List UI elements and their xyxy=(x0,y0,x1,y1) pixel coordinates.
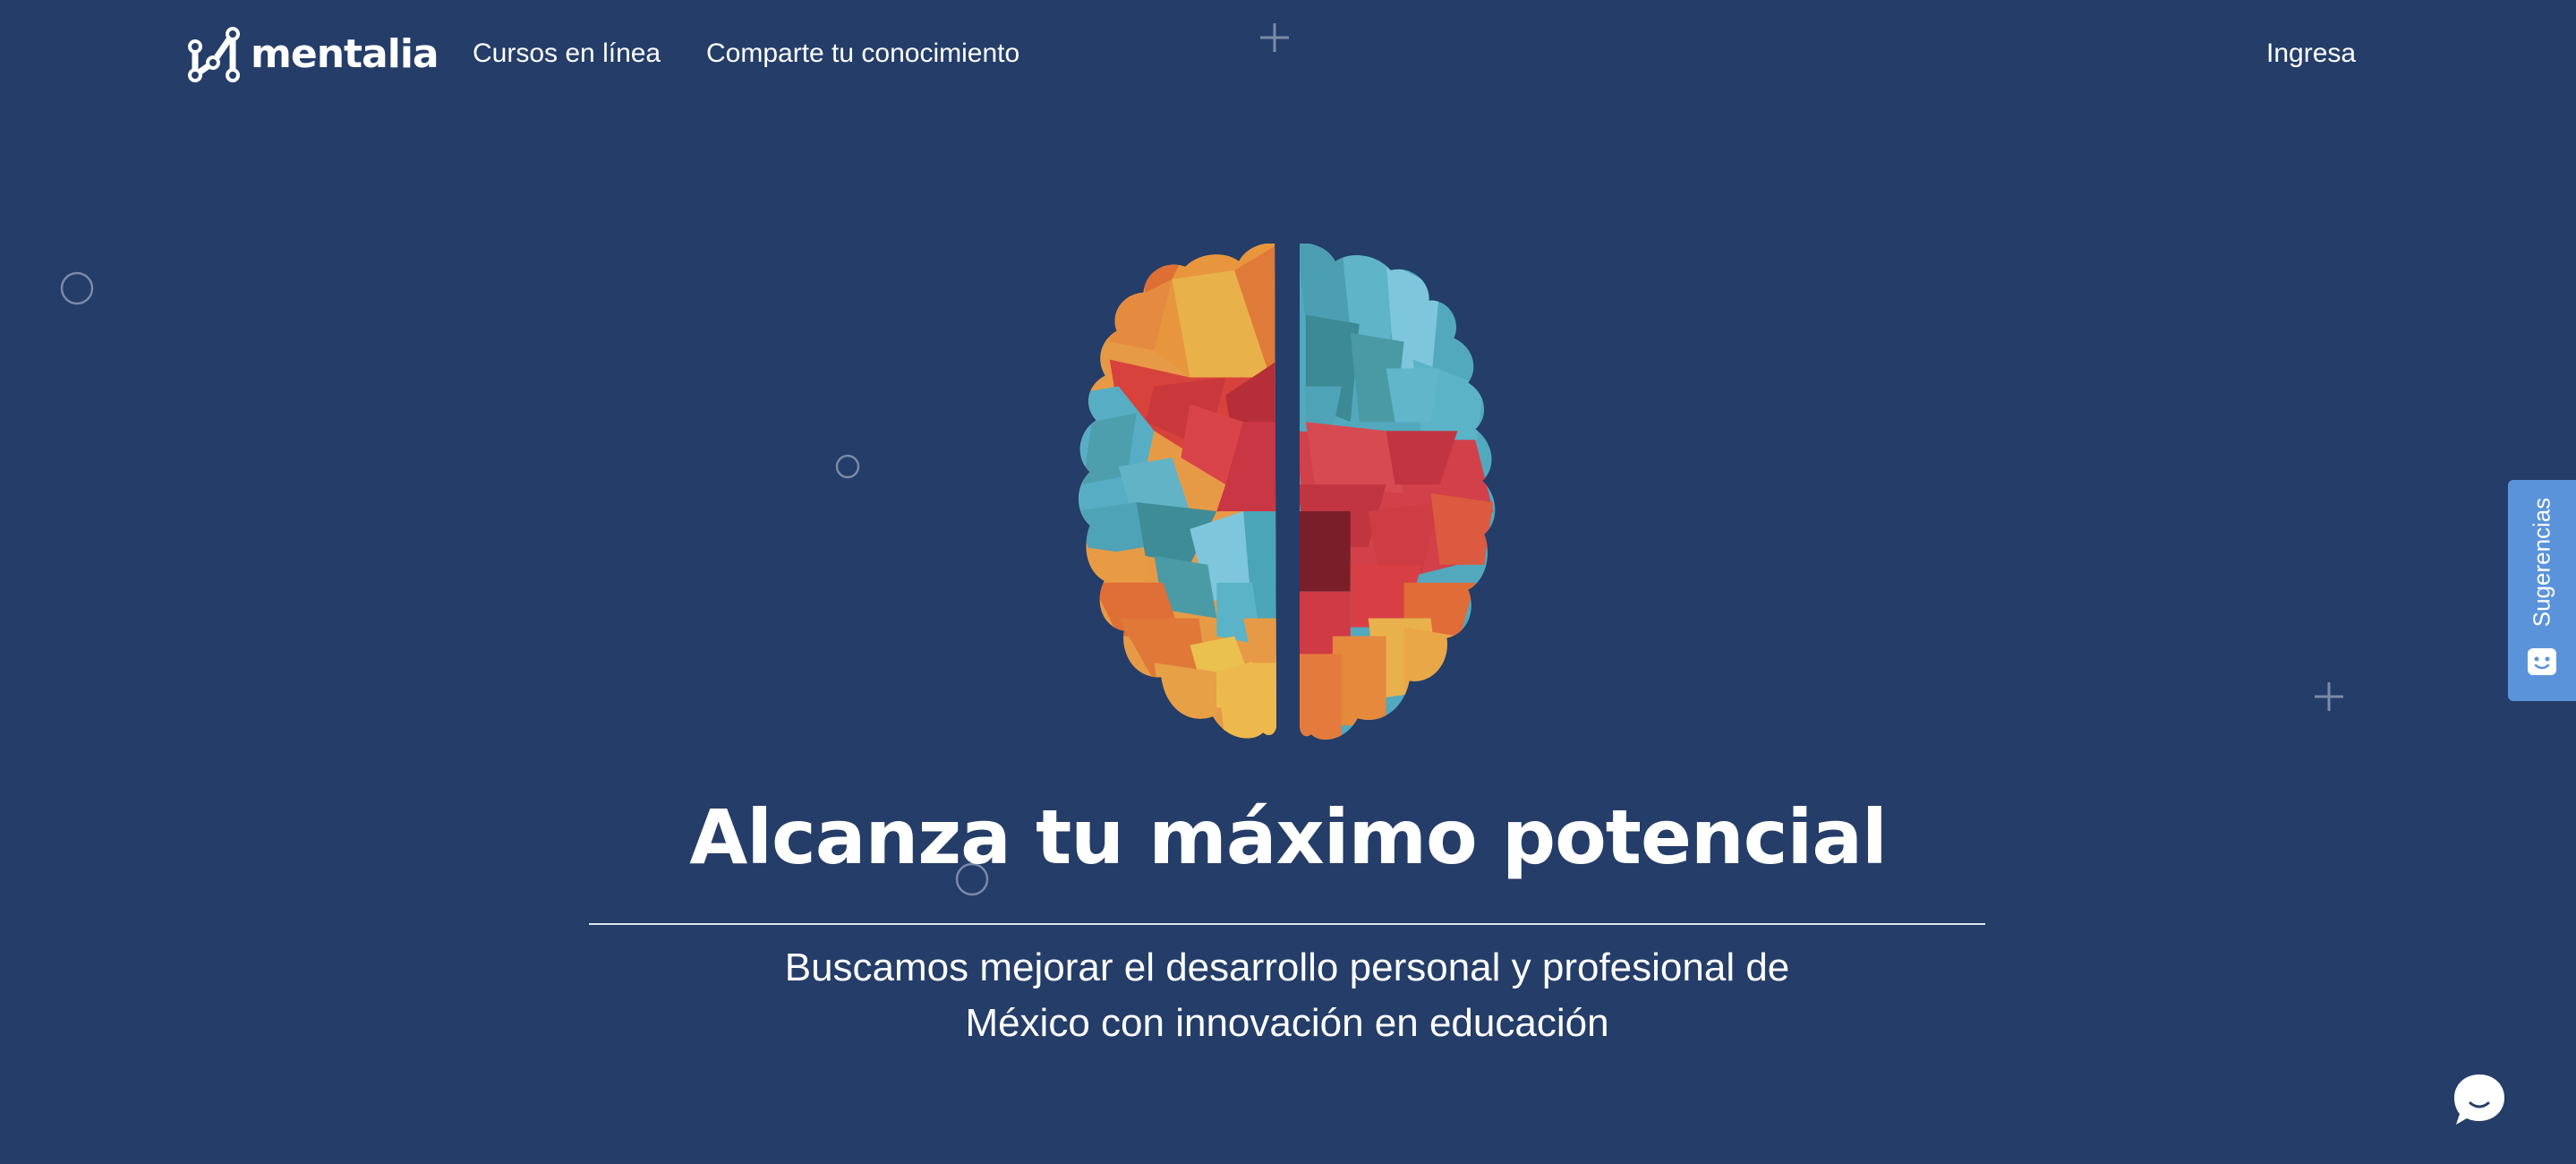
landing-page: mentalia Cursos en línea Comparte tu con… xyxy=(0,0,2576,1164)
site-header: mentalia Cursos en línea Comparte tu con… xyxy=(0,0,2576,107)
hero-divider xyxy=(589,923,1985,925)
circle-decoration-icon xyxy=(60,271,94,305)
brand-name: mentalia xyxy=(251,31,439,77)
plus-decoration-icon xyxy=(2315,682,2343,711)
brand-logo-link[interactable]: mentalia xyxy=(186,25,439,84)
mentalia-logo-icon xyxy=(188,27,240,82)
plus-decoration-icon xyxy=(1260,23,1289,52)
nav-login-link[interactable]: Ingresa xyxy=(2266,34,2356,73)
nav-share-knowledge-link[interactable]: Comparte tu conocimiento xyxy=(706,34,1019,73)
chat-bubble-icon[interactable] xyxy=(2451,1071,2508,1128)
nav-courses-link[interactable]: Cursos en línea xyxy=(473,34,661,73)
chat-face-icon xyxy=(2528,648,2556,675)
hero-title: Alcanza tu máximo potencial xyxy=(689,793,1888,881)
circle-decoration-icon xyxy=(835,454,860,479)
feedback-tab-button[interactable]: Sugerencias xyxy=(2508,480,2576,701)
feedback-tab-label: Sugerencias xyxy=(2528,497,2555,628)
hero-subtitle: Buscamos mejorar el desarrollo personal … xyxy=(784,946,1790,1045)
low-poly-brain-illustration xyxy=(1079,244,1496,740)
